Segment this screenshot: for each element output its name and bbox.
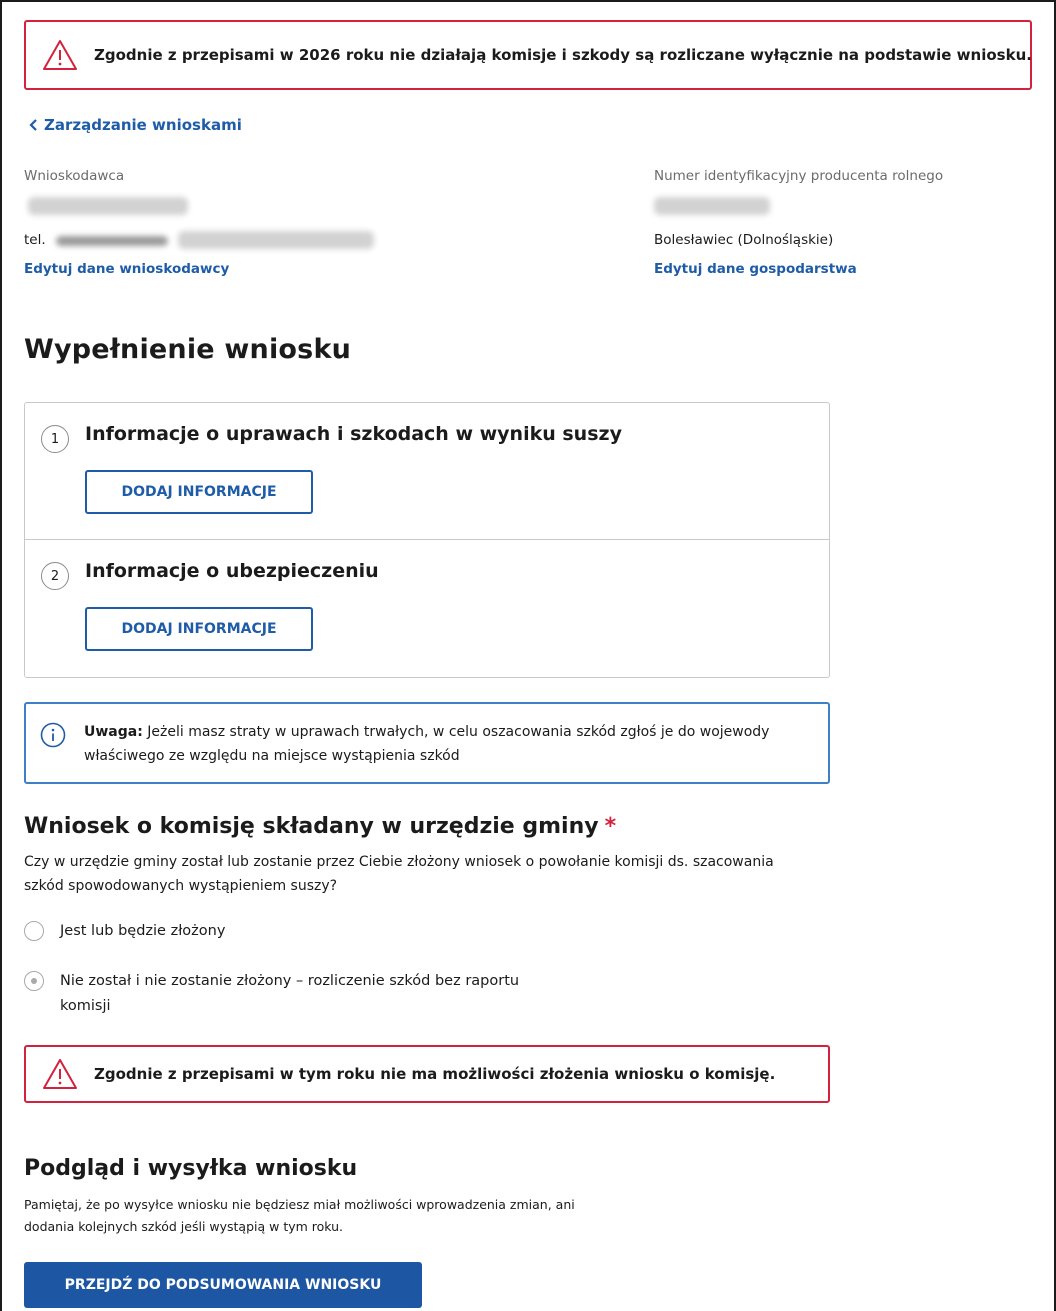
- back-to-applications-link[interactable]: Zarządzanie wnioskami: [28, 116, 242, 134]
- radio-label: Nie został i nie zostanie złożony – rozl…: [60, 973, 520, 1014]
- commission-question: Czy w urzędzie gminy został lub zostanie…: [24, 854, 774, 894]
- step-crops-damage: 1 Informacje o uprawach i szkodach w wyn…: [25, 403, 829, 540]
- back-link-label: Zarządzanie wnioskami: [44, 116, 242, 134]
- preview-section-title: Podgląd i wysyłka wniosku: [24, 1156, 358, 1181]
- farm-location: Bolesławiec (Dolnośląskie): [654, 232, 834, 248]
- required-marker: *: [604, 814, 617, 839]
- radio-circle[interactable]: [24, 921, 44, 941]
- radio-option-not-submitted[interactable]: Nie został i nie zostanie złożony – rozl…: [24, 969, 524, 1019]
- radio-circle-selected[interactable]: [24, 971, 44, 991]
- add-insurance-info-button[interactable]: DODAJ INFORMACJE: [85, 607, 313, 651]
- step-number: 2: [41, 562, 69, 590]
- add-crops-info-button[interactable]: DODAJ INFORMACJE: [85, 470, 313, 514]
- radio-option-submitted[interactable]: Jest lub będzie złożony: [24, 919, 225, 944]
- info-notice-bold: Uwaga:: [84, 724, 143, 740]
- phone-prefix: tel.: [24, 232, 46, 248]
- step-number: 1: [41, 425, 69, 453]
- phone-number-redacted: [56, 236, 168, 246]
- step-title: Informacje o ubezpieczeniu: [85, 560, 379, 582]
- radio-label: Jest lub będzie złożony: [60, 923, 226, 939]
- commission-title-text: Wniosek o komisję składany w urzędzie gm…: [24, 814, 599, 839]
- applicant-name-redacted: [28, 197, 188, 215]
- edit-applicant-link[interactable]: Edytuj dane wnioskodawcy: [24, 261, 229, 277]
- form-steps: 1 Informacje o uprawach i szkodach w wyn…: [24, 402, 830, 678]
- chevron-left-icon: [29, 119, 37, 131]
- preview-note: Pamiętaj, że po wysyłce wniosku nie będz…: [24, 1197, 575, 1234]
- alert-bottom: Zgodnie z przepisami w tym roku nie ma m…: [24, 1045, 830, 1103]
- farm-id-label: Numer identyfikacyjny producenta rolnego: [654, 168, 944, 184]
- step-title: Informacje o uprawach i szkodach w wynik…: [85, 423, 622, 445]
- warning-icon: [43, 40, 77, 70]
- farm-id-redacted: [654, 197, 770, 215]
- commission-section-title: Wniosek o komisję składany w urzędzie gm…: [24, 814, 616, 839]
- info-icon: [40, 722, 66, 748]
- info-notice-text: Uwaga: Jeżeli masz straty w uprawach trw…: [84, 720, 804, 768]
- applicant-label: Wnioskodawca: [24, 168, 125, 184]
- alert-bottom-message: Zgodnie z przepisami w tym roku nie ma m…: [94, 1065, 776, 1083]
- alert-top-message: Zgodnie z przepisami w 2026 roku nie dzi…: [94, 46, 1032, 64]
- info-notice: Uwaga: Jeżeli masz straty w uprawach trw…: [24, 702, 830, 784]
- alert-top: Zgodnie z przepisami w 2026 roku nie dzi…: [24, 20, 1032, 90]
- go-to-summary-button[interactable]: PRZEJDŹ DO PODSUMOWANIA WNIOSKU: [24, 1262, 422, 1308]
- warning-icon: [43, 1059, 77, 1089]
- edit-farm-link[interactable]: Edytuj dane gospodarstwa: [654, 261, 857, 277]
- page-title: Wypełnienie wniosku: [24, 334, 352, 365]
- info-notice-body: Jeżeli masz straty w uprawach trwałych, …: [84, 724, 770, 764]
- email-redacted: [178, 231, 374, 249]
- step-insurance: 2 Informacje o ubezpieczeniu DODAJ INFOR…: [25, 540, 829, 677]
